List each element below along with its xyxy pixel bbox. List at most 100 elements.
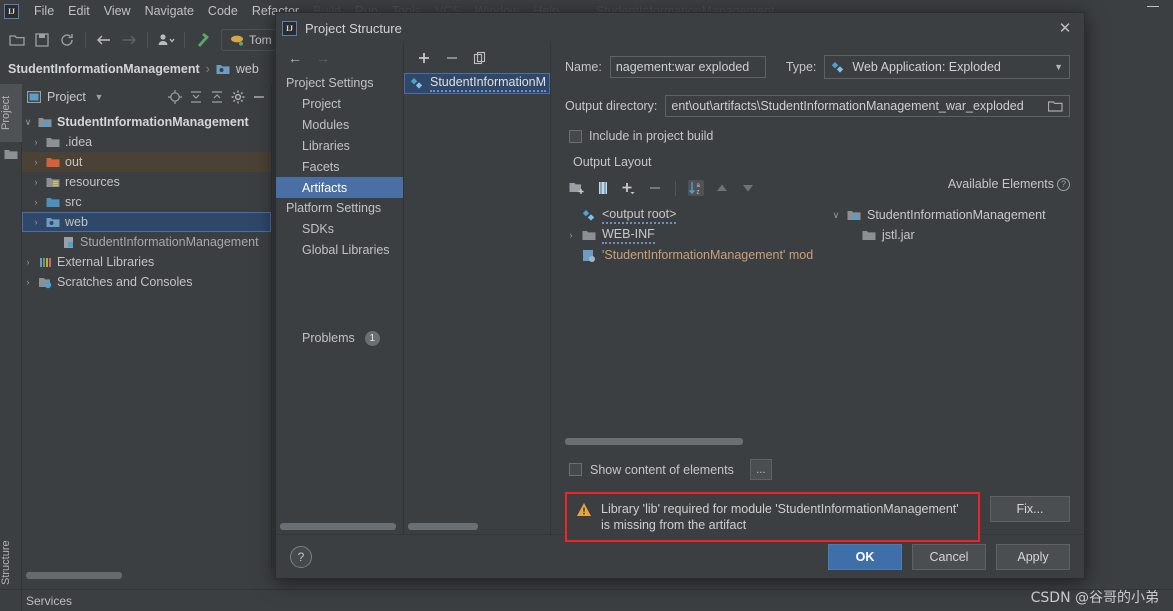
window-minimize-button[interactable] [1147,6,1159,7]
chevron-right-icon[interactable]: › [30,137,42,147]
name-label: Name: [565,60,602,74]
apply-button[interactable]: Apply [996,543,1070,570]
tree-row-out[interactable]: › out [22,152,271,172]
sidebar-item-sdks[interactable]: SDKs [276,218,403,239]
nav-forward-icon[interactable]: → [316,50,330,66]
tree-row-web[interactable]: › web [22,212,271,232]
navigate-forward-icon[interactable] [118,29,140,51]
artifact-list-horizontal-scrollbar[interactable] [408,523,478,530]
menu-item-navigate[interactable]: Navigate [138,2,201,20]
open-folder-icon[interactable] [6,29,28,51]
expand-all-icon[interactable] [188,89,204,105]
ok-button[interactable]: OK [828,543,902,570]
sort-alphabetically-icon[interactable]: az [688,180,704,196]
include-in-build-row[interactable]: Include in project build [565,129,1070,143]
artifact-list-item[interactable]: StudentInformationM [404,73,550,94]
output-tree-row-web-inf[interactable]: › WEB-INF [565,225,814,245]
tree-label: src [65,195,82,209]
chevron-right-icon[interactable]: › [30,197,42,207]
close-icon[interactable]: ✕ [1052,17,1078,39]
chevron-right-icon[interactable]: › [22,277,34,287]
sidebar-item-facets[interactable]: Facets [276,156,403,177]
create-archive-icon[interactable] [595,180,611,196]
sidebar-item-artifacts[interactable]: Artifacts [276,177,403,198]
breadcrumb-child[interactable]: web [236,62,259,76]
artifact-root-icon [582,209,595,221]
chevron-right-icon[interactable]: › [565,230,577,240]
tree-row-external-libraries[interactable]: › External Libraries [22,252,271,272]
locate-target-icon[interactable] [167,89,183,105]
chevron-down-icon[interactable]: ▼ [1054,62,1063,72]
sidebar-item-libraries[interactable]: Libraries [276,135,403,156]
build-hammer-icon[interactable] [192,29,214,51]
add-artifact-icon[interactable] [416,50,432,66]
sidebar-item-modules[interactable]: Modules [276,114,403,135]
sidebar-horizontal-scrollbar[interactable] [280,523,396,530]
chevron-right-icon[interactable]: › [30,177,42,187]
name-input[interactable]: nagement:war exploded [609,56,766,78]
tree-row-project-root[interactable]: ∨ StudentInformationManagement [22,112,271,132]
nav-back-icon[interactable]: ← [288,50,302,66]
navigate-back-icon[interactable] [93,29,115,51]
chevron-expanded-icon[interactable]: ∨ [830,210,842,221]
status-services-label[interactable]: Services [26,594,72,608]
menu-item-file[interactable]: File [27,2,61,20]
tree-row-resources[interactable]: › resources [22,172,271,192]
show-content-label: Show content of elements [590,462,734,477]
tool-tab-project[interactable]: Project [0,84,22,142]
output-tree-row-output-root[interactable]: <output root> [565,205,814,225]
available-tree-row-module[interactable]: ∨ StudentInformationManagement [814,205,1070,225]
show-content-checkbox[interactable] [569,463,582,476]
chevron-right-icon[interactable]: › [30,157,42,167]
output-tree-label: 'StudentInformationManagement' mod [602,248,814,262]
gear-icon[interactable] [230,89,246,105]
help-icon[interactable]: ? [1057,177,1070,191]
chevron-right-icon[interactable]: › [30,217,42,227]
collapse-all-icon[interactable] [209,89,225,105]
scratches-icon [39,277,52,288]
output-directory-input[interactable]: ent\out\artifacts\StudentInformationMana… [665,95,1070,117]
run-configuration-selector[interactable]: Tom [221,29,281,51]
output-tree-horizontal-scrollbar[interactable] [565,438,743,445]
dialog-sidebar: ← → Project Settings Project Modules Lib… [276,43,404,534]
tree-row-iml-file[interactable]: StudentInformationManagement [22,232,271,252]
copy-artifact-icon[interactable] [472,50,488,66]
more-options-button[interactable]: ... [749,459,772,480]
add-element-icon[interactable] [621,180,637,196]
sidebar-item-global-libraries[interactable]: Global Libraries [276,239,403,260]
fix-button[interactable]: Fix... [990,496,1070,522]
remove-artifact-icon[interactable] [444,50,460,66]
include-in-build-checkbox[interactable] [569,129,582,143]
menu-item-code[interactable]: Code [201,2,245,20]
save-all-icon[interactable] [31,29,53,51]
chevron-expanded-icon[interactable]: ∨ [22,117,34,128]
project-tree-horizontal-scrollbar[interactable] [26,572,122,579]
move-up-icon[interactable] [714,180,730,196]
menu-item-view[interactable]: View [97,2,138,20]
user-profile-icon[interactable] [155,29,177,51]
menu-item-edit[interactable]: Edit [61,2,97,20]
hide-tool-window-icon[interactable] [251,89,267,105]
sync-refresh-icon[interactable] [56,29,78,51]
sidebar-item-problems[interactable]: Problems 1 [276,327,404,349]
artifact-list-panel: StudentInformationM [404,43,551,534]
tree-row-src[interactable]: › src [22,192,271,212]
tree-row-scratches[interactable]: › Scratches and Consoles [22,272,271,292]
chevron-down-icon[interactable]: ▼ [91,89,107,105]
available-tree-row-jstl-jar[interactable]: jstl.jar [814,225,1070,245]
type-dropdown[interactable]: Web Application: Exploded ▼ [824,55,1070,79]
move-down-icon[interactable] [740,180,756,196]
tree-row-idea[interactable]: › .idea [22,132,271,152]
browse-folder-icon[interactable] [1048,100,1064,113]
artifact-name-row: Name: nagement:war exploded Type: Web Ap… [565,55,1070,79]
output-tree-row-module-output[interactable]: 'StudentInformationManagement' mod [565,245,814,265]
sidebar-item-project[interactable]: Project [276,93,403,114]
help-button[interactable]: ? [290,545,312,568]
remove-element-icon[interactable] [647,180,663,196]
chevron-right-icon[interactable]: › [22,257,34,267]
cancel-button[interactable]: Cancel [912,543,986,570]
tool-window-strip: Project Structure [0,84,22,611]
watermark: CSDN @谷哥的小弟 [1030,590,1159,606]
create-directory-icon[interactable] [569,180,585,196]
breadcrumb-project[interactable]: StudentInformationManagement [8,62,200,76]
